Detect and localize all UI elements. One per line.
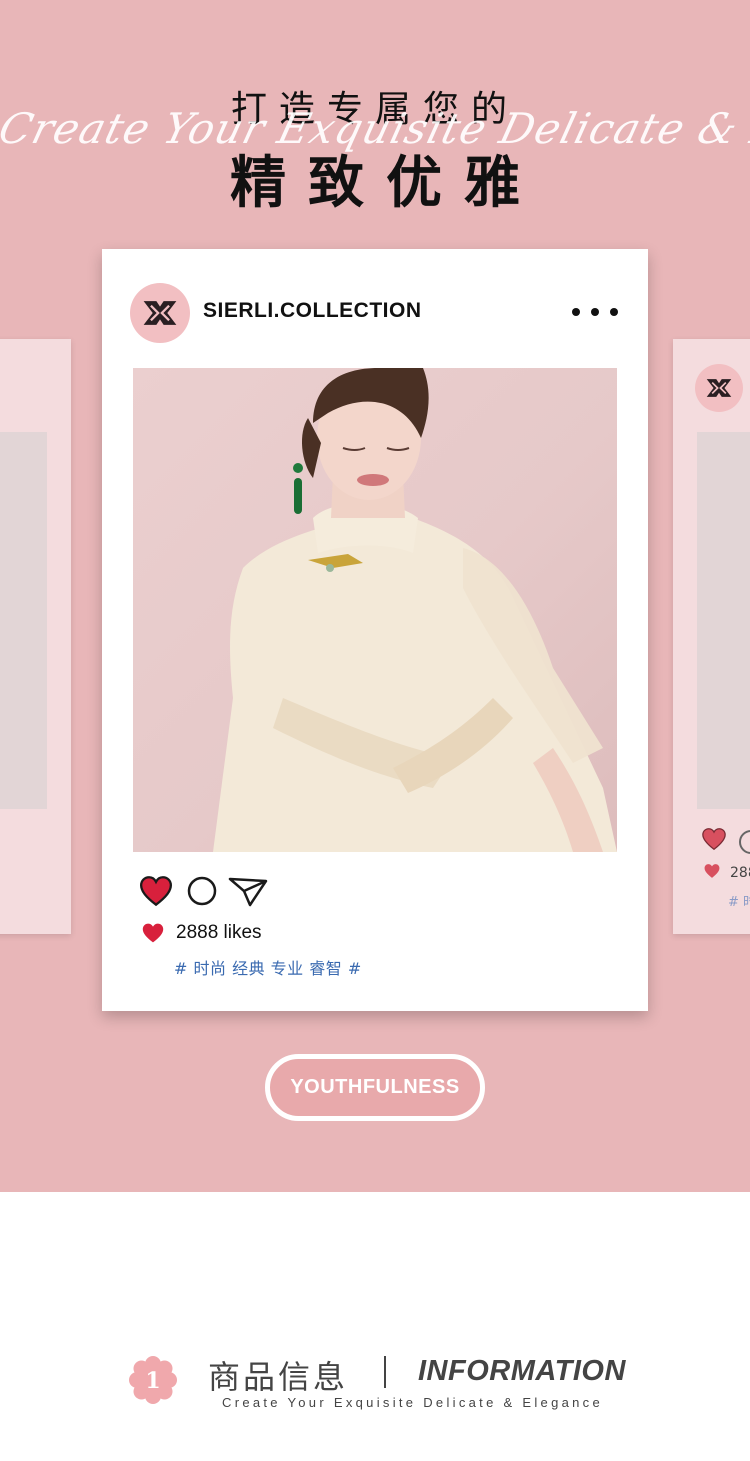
info-divider	[384, 1356, 386, 1388]
youthfulness-button-label: YOUTHFULNESS	[290, 1076, 460, 1098]
comment-icon[interactable]	[739, 830, 750, 854]
post-card: SIERLI.COLLECTION 2888 likes # 时尚 经典 专业 …	[102, 249, 648, 1011]
comment-icon[interactable]	[186, 875, 218, 907]
flower-number-icon: 1	[129, 1356, 177, 1404]
side-avatar	[695, 364, 743, 412]
dot	[572, 308, 580, 316]
info-number: 1	[145, 1368, 160, 1394]
youthfulness-button[interactable]: YOUTHFULNESS	[265, 1054, 485, 1121]
hashtags[interactable]: # 时尚 经典 专业 睿智 #	[174, 955, 362, 979]
dot	[591, 308, 599, 316]
account-name[interactable]: SIERLI.COLLECTION	[203, 299, 422, 323]
info-title-cn: 商品信息	[208, 1358, 349, 1396]
model-illustration	[213, 368, 617, 852]
heart-icon[interactable]	[701, 827, 727, 851]
brand-logo-icon	[143, 301, 177, 325]
like-heart-icon	[142, 923, 164, 943]
side-card-right[interactable]: 288 # 时	[673, 339, 750, 934]
more-dots-icon[interactable]	[572, 297, 618, 327]
side-likes-count: 288	[730, 865, 750, 881]
side-hashtags[interactable]: # 时	[728, 891, 750, 910]
info-title-en: INFORMATION	[418, 1355, 626, 1387]
dot	[610, 308, 618, 316]
banner-title-main: 精致优雅	[230, 151, 542, 216]
side-card-left[interactable]	[0, 339, 71, 934]
avatar[interactable]	[130, 283, 190, 343]
side-card-image	[0, 432, 47, 809]
heart-icon[interactable]	[138, 875, 174, 907]
post-photo[interactable]	[133, 368, 617, 852]
brand-logo-icon	[706, 379, 732, 397]
like-heart-icon	[704, 864, 720, 878]
likes-count[interactable]: 2888 likes	[176, 922, 262, 944]
side-card-image	[697, 432, 750, 809]
info-subtitle: Create Your Exquisite Delicate & Eleganc…	[222, 1395, 604, 1410]
share-icon[interactable]	[228, 875, 268, 907]
